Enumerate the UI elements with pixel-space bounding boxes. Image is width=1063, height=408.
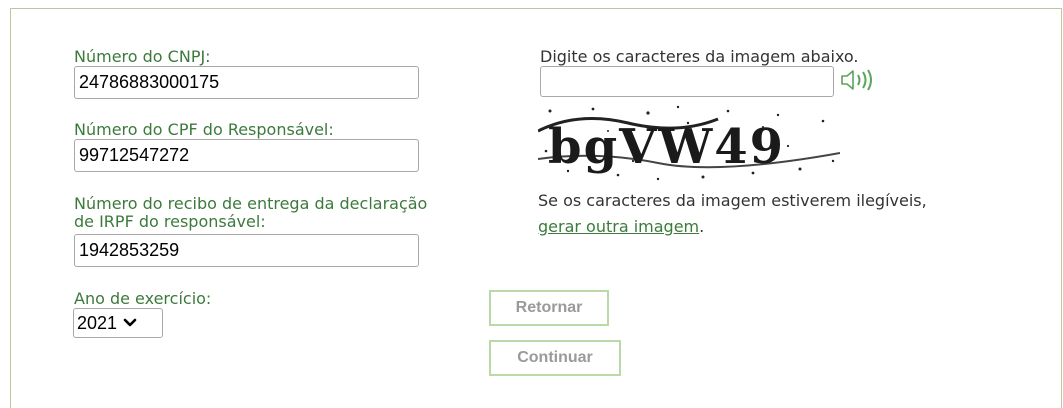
captcha-image-text: bgVW49 (548, 119, 785, 175)
regenerate-captcha-link[interactable]: gerar outra imagem (538, 217, 699, 236)
cpf-input[interactable]: 99712547272 (74, 139, 419, 172)
cnpj-input[interactable]: 24786883000175 (74, 66, 419, 99)
captcha-regenerate-line: gerar outra imagem. (538, 218, 704, 235)
cpf-label: Número do CPF do Responsável: (74, 120, 334, 139)
captcha-image: bgVW49 (537, 101, 841, 185)
recibo-label-line1: Número do recibo de entrega da declaraçã… (74, 194, 428, 213)
regenerate-period: . (699, 217, 705, 236)
ano-select[interactable]: 2021 (73, 308, 163, 338)
captcha-instruction: Digite os caracteres da imagem abaixo. (540, 47, 859, 66)
recibo-label-line2: de IRPF do responsável: (74, 212, 266, 231)
captcha-input[interactable] (540, 66, 834, 97)
ano-select-value: 2021 (77, 312, 118, 333)
recibo-input[interactable]: 1942853259 (74, 234, 419, 267)
chevron-down-icon (123, 318, 137, 328)
cnpj-label: Número do CNPJ: (74, 47, 211, 66)
speaker-icon[interactable] (840, 68, 876, 96)
ano-label: Ano de exercício: (74, 289, 212, 308)
continuar-button[interactable]: Continuar (489, 340, 621, 376)
captcha-help-text: Se os caracteres da imagem estiverem ile… (538, 191, 927, 210)
retornar-button[interactable]: Retornar (489, 290, 609, 326)
